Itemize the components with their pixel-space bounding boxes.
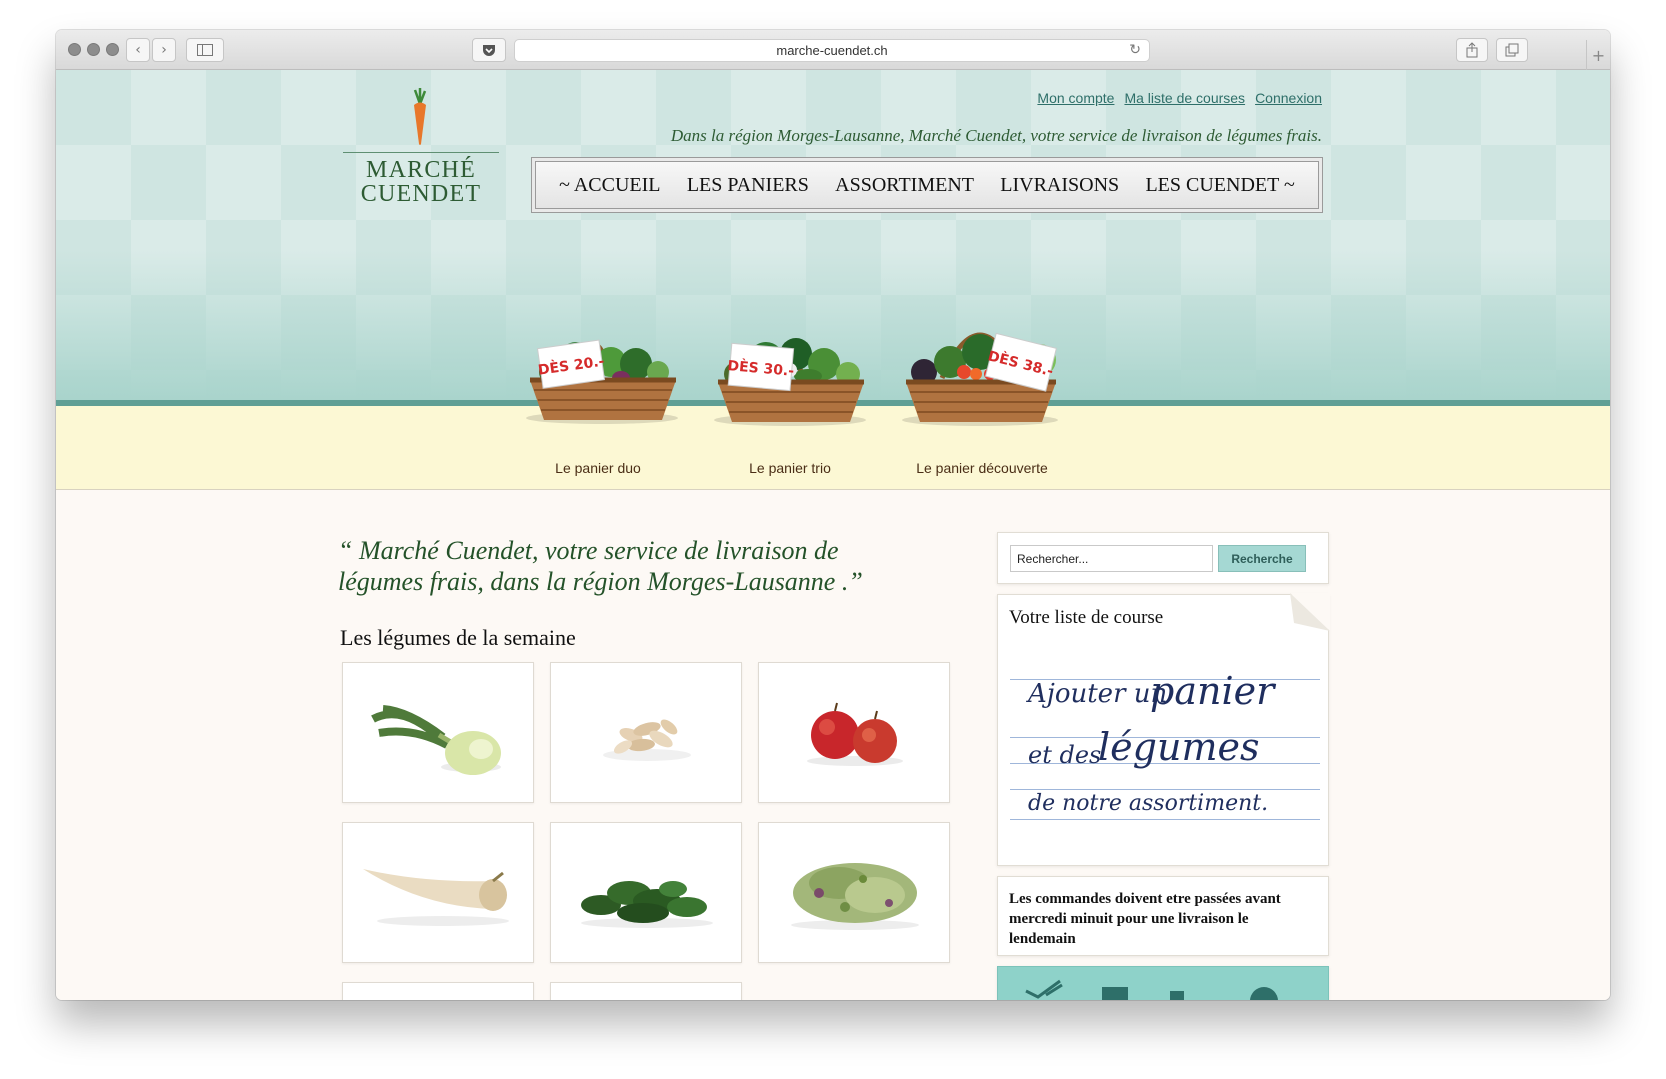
- pocket-button[interactable]: [472, 38, 506, 62]
- nav-les-cuendet[interactable]: LES CUENDET ~: [1145, 174, 1294, 197]
- note-line-1a: Ajouter un: [1028, 679, 1168, 709]
- main-navigation: ~ ACCUEIL LES PANIERS ASSORTIMENT LIVRAI…: [531, 157, 1323, 213]
- vegetable-card-salsify[interactable]: [550, 662, 742, 803]
- vegetable-card-lambs-lettuce[interactable]: [550, 822, 742, 963]
- tabs-icon: [1505, 43, 1519, 57]
- salsify-image: [603, 719, 691, 761]
- close-window-button[interactable]: [68, 43, 81, 56]
- nav-les-paniers[interactable]: LES PANIERS: [687, 174, 809, 197]
- zoom-window-button[interactable]: [106, 43, 119, 56]
- logo-line-1: MARCHÉ: [366, 157, 476, 183]
- sprouts-image: [791, 863, 919, 930]
- shopping-list-link[interactable]: Ma liste de courses: [1124, 90, 1245, 106]
- basket-duo-label[interactable]: Le panier duo: [518, 460, 678, 476]
- sidebar-toggle-button[interactable]: [186, 38, 224, 62]
- intro-quote: “ Marché Cuendet, votre service de livra…: [338, 536, 863, 596]
- basket-decouverte-label[interactable]: Le panier découverte: [902, 460, 1062, 476]
- url-text: marche-cuendet.ch: [776, 43, 888, 58]
- basket-duo-image: DÈS 20.-: [526, 339, 678, 424]
- note-line-1b: panier: [1150, 669, 1275, 713]
- back-button[interactable]: ‹: [126, 38, 150, 62]
- nav-assortiment[interactable]: ASSORTIMENT: [835, 174, 974, 197]
- vegetable-card-sprouts[interactable]: [758, 822, 950, 963]
- forward-button[interactable]: ›: [152, 38, 176, 62]
- basket-duo[interactable]: DÈS 20.-: [516, 290, 688, 426]
- note-line-3: de notre assortiment.: [1028, 791, 1269, 816]
- carrot-logo-icon: [413, 88, 427, 145]
- vegetable-card-apples[interactable]: [758, 662, 950, 803]
- vegetable-card-parsnip[interactable]: [342, 822, 534, 963]
- apples-image: [807, 702, 903, 766]
- nav-accueil[interactable]: ~ ACCUEIL: [559, 174, 660, 197]
- browser-window: ‹ › marche-cuendet.ch ↻ + MARCHÉ CUENDET…: [56, 30, 1610, 1000]
- reload-icon[interactable]: ↻: [1129, 42, 1141, 58]
- search-input[interactable]: Rechercher...: [1010, 545, 1213, 572]
- shopping-list-title: Votre liste de course: [1009, 607, 1164, 628]
- logo-line-2: CUENDET: [360, 181, 482, 207]
- pocket-icon: [483, 44, 495, 56]
- new-tab-button[interactable]: +: [1586, 40, 1610, 70]
- basket-trio-label[interactable]: Le panier trio: [710, 460, 870, 476]
- chevron-right-icon: ›: [161, 42, 167, 58]
- page-curl-icon: [1290, 593, 1330, 631]
- vegetables-heading: Les légumes de la semaine: [340, 625, 576, 650]
- share-button[interactable]: [1456, 38, 1488, 62]
- account-links: Mon compte Ma liste de courses Connexion: [1037, 90, 1322, 106]
- share-icon: [1466, 42, 1478, 58]
- tabs-overview-button[interactable]: [1496, 38, 1528, 62]
- site-tagline: Dans la région Morges-Lausanne, Marché C…: [670, 126, 1322, 145]
- site-logo[interactable]: MARCHÉ CUENDET: [343, 88, 499, 208]
- vegetable-card-kohlrabi[interactable]: [342, 662, 534, 803]
- shopping-list-panel[interactable]: Votre liste de course Ajouter un panier …: [997, 593, 1330, 866]
- search-panel: Rechercher... Recherche: [997, 532, 1329, 584]
- basket-trio-image: DÈS 30.-: [714, 338, 866, 426]
- note-line-2b: légumes: [1098, 725, 1260, 769]
- basket-decouverte-image: DÈS 38.-: [902, 332, 1058, 426]
- login-link[interactable]: Connexion: [1255, 90, 1322, 106]
- lambs-lettuce-image: [581, 881, 713, 928]
- delivery-illustration: [1025, 979, 1278, 1000]
- vegetable-card-row3-1[interactable]: [342, 982, 534, 1000]
- basket-trio[interactable]: DÈS 30.-: [704, 292, 876, 428]
- parsnip-image: [363, 869, 509, 926]
- kohlrabi-image: [371, 705, 501, 775]
- vegetable-card-row3-2[interactable]: [550, 982, 742, 1000]
- order-deadline-panel: Les commandes doivent etre passées avant…: [997, 876, 1329, 956]
- sidebar-icon: [197, 44, 213, 56]
- browser-toolbar: ‹ › marche-cuendet.ch ↻ +: [56, 30, 1610, 70]
- mon-compte-link[interactable]: Mon compte: [1037, 90, 1114, 106]
- plus-icon: +: [1591, 45, 1606, 65]
- note-line-2a: et des: [1028, 741, 1102, 769]
- basket-decouverte[interactable]: DÈS 38.-: [894, 282, 1066, 426]
- web-page: MARCHÉ CUENDET Mon compte Ma liste de co…: [56, 70, 1610, 1000]
- order-deadline-text: Les commandes doivent etre passées avant…: [1009, 891, 1281, 947]
- search-button[interactable]: Recherche: [1218, 545, 1306, 572]
- address-bar[interactable]: marche-cuendet.ch ↻: [514, 39, 1150, 62]
- minimize-window-button[interactable]: [87, 43, 100, 56]
- nav-livraisons[interactable]: LIVRAISONS: [1000, 174, 1119, 197]
- chevron-left-icon: ‹: [135, 42, 141, 58]
- delivery-banner[interactable]: [997, 966, 1329, 1000]
